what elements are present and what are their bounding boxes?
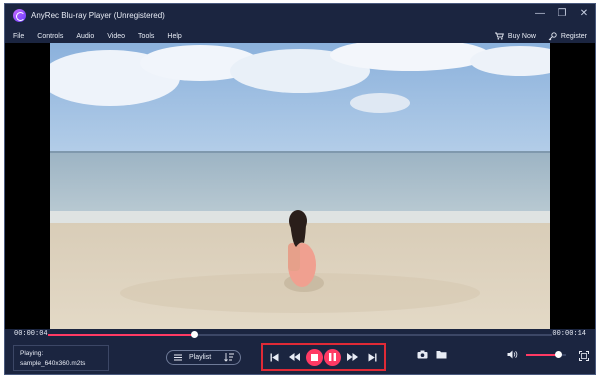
progress-bar: 00:00:04 00:00:14 xyxy=(5,329,595,340)
register-button[interactable]: Register xyxy=(548,31,587,41)
file-name: sample_640x360.m2ts xyxy=(20,360,86,367)
minimize-icon[interactable]: — xyxy=(535,8,545,20)
video-frame xyxy=(50,43,550,329)
volume-handle[interactable] xyxy=(555,350,562,358)
playlist-label: Playlist xyxy=(189,354,212,361)
menu-file[interactable]: File xyxy=(13,33,24,40)
transport-controls xyxy=(261,343,386,371)
pause-icon xyxy=(329,353,337,361)
pause-button[interactable] xyxy=(324,348,342,366)
folder-icon[interactable] xyxy=(436,350,447,359)
rewind-icon xyxy=(289,353,301,361)
volume-control xyxy=(507,350,566,359)
now-playing-box: Playing: sample_640x360.m2ts xyxy=(13,345,109,371)
video-display-area[interactable] xyxy=(5,43,595,329)
next-button[interactable] xyxy=(363,348,381,366)
stop-icon xyxy=(310,353,318,361)
menu-video[interactable]: Video xyxy=(107,33,125,40)
stop-button[interactable] xyxy=(305,348,323,366)
buy-now-label: Buy Now xyxy=(507,32,536,40)
sort-icon[interactable] xyxy=(224,353,234,362)
menu-tools[interactable]: Tools xyxy=(138,33,154,40)
window-controls: — ❐ ✕ xyxy=(535,8,589,20)
player-window: AnyRec Blu-ray Player (Unregistered) — ❐… xyxy=(4,3,596,375)
rewind-button[interactable] xyxy=(286,348,304,366)
volume-icon[interactable] xyxy=(507,350,518,359)
skip-previous-icon xyxy=(270,353,279,361)
camera-icon[interactable] xyxy=(417,350,428,359)
window-title: AnyRec Blu-ray Player (Unregistered) xyxy=(31,10,165,20)
restore-icon[interactable]: ❐ xyxy=(557,8,567,20)
app-logo xyxy=(13,8,26,22)
cart-icon xyxy=(494,32,504,40)
elapsed-time: 00:00:04 xyxy=(14,330,48,338)
playing-label: Playing: xyxy=(20,350,44,357)
beach-video-frame xyxy=(50,43,550,329)
seek-handle[interactable] xyxy=(191,331,199,338)
playlist-button[interactable]: Playlist xyxy=(166,350,241,365)
register-label: Register xyxy=(560,32,587,40)
previous-button[interactable] xyxy=(266,348,284,366)
menu-controls[interactable]: Controls xyxy=(37,33,63,40)
menu-help[interactable]: Help xyxy=(167,33,181,40)
buy-now-button[interactable]: Buy Now xyxy=(494,32,536,40)
title-bar: AnyRec Blu-ray Player (Unregistered) — ❐… xyxy=(5,4,595,26)
menu-audio[interactable]: Audio xyxy=(76,33,94,40)
key-icon xyxy=(548,31,557,40)
volume-slider[interactable] xyxy=(526,350,566,358)
list-icon xyxy=(174,354,182,361)
control-bar: Playing: sample_640x360.m2ts Playlist xyxy=(5,340,595,374)
media-tools xyxy=(417,350,447,359)
seek-fill xyxy=(48,334,195,336)
close-icon[interactable]: ✕ xyxy=(579,8,589,20)
fast-forward-icon xyxy=(346,353,358,361)
fast-forward-button[interactable] xyxy=(343,348,361,366)
total-time: 00:00:14 xyxy=(552,330,586,338)
skip-next-icon xyxy=(368,353,377,361)
fullscreen-icon[interactable] xyxy=(579,351,589,361)
volume-fill xyxy=(526,353,558,356)
seek-track[interactable] xyxy=(48,331,552,338)
